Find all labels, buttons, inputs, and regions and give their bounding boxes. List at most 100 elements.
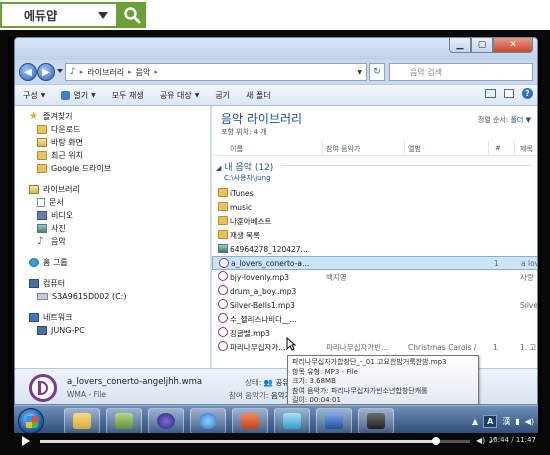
column-artist[interactable]: 참여 음악가 — [326, 144, 360, 154]
taskbar-app-button[interactable] — [274, 408, 310, 434]
file-title: a love — [521, 258, 537, 268]
seek-bar[interactable] — [40, 437, 470, 445]
organize-button[interactable]: 구성 ▼ — [15, 90, 53, 101]
seek-bar-handle[interactable] — [431, 437, 440, 445]
breadcrumb-libraries[interactable]: 라이브러리 — [87, 67, 124, 78]
new-folder-button[interactable]: 새 폴더 — [238, 90, 279, 101]
preview-pane-icon[interactable] — [504, 89, 514, 98]
file-row[interactable]: 나훈아베스트 — [212, 214, 537, 228]
column-headers: 이름 참여 음악가 앨범 # 제목 — [212, 141, 537, 156]
recent-pages-dropdown[interactable] — [57, 69, 63, 73]
file-row[interactable]: 파리나무십자가... 파리나무십자가빈... Christmas Carols / 1… — [212, 340, 537, 354]
window-controls: ▁ ▢ ✕ — [449, 38, 533, 53]
file-row[interactable]: 수_헬리스나비다__... — [212, 312, 537, 326]
file-row[interactable]: a_lovers_conerto-a... 1 a love — [212, 256, 537, 270]
arrange-by-value[interactable]: 폴더 — [510, 116, 523, 124]
group-header[interactable]: ◢ 내 음악 (12) — [216, 160, 273, 173]
file-name: iTunes — [230, 188, 254, 198]
nav-favorites[interactable]: ★ 즐겨찾기 — [15, 110, 210, 123]
refresh-button[interactable]: ↻ — [369, 63, 385, 81]
audio-file-icon — [218, 299, 228, 309]
taskbar-app-button[interactable] — [358, 408, 394, 434]
navigation-bar: ◀ ▶ ♪ ▸ 라이브러리 ▸ 음악 ▸ ▼ ↻ 음악 검색 — [15, 60, 537, 84]
ime-indicator[interactable]: A — [483, 414, 498, 428]
file-row[interactable]: 64964278_120427... — [212, 242, 537, 256]
open-button[interactable]: 열기 ▼ — [53, 90, 103, 101]
category-dropdown[interactable]: 에듀얍 — [0, 2, 118, 28]
nav-libraries[interactable]: 라이브러리 — [15, 183, 210, 196]
nav-network[interactable]: 네트워크 — [15, 311, 210, 324]
column-title[interactable]: 제목 — [520, 144, 533, 154]
network-status-icon[interactable]: ▮ — [515, 417, 519, 426]
nav-item-desktop[interactable]: 바탕 화면 — [15, 136, 210, 149]
nav-item-jung-pc[interactable]: JUNG-PC — [15, 324, 210, 337]
address-bar[interactable]: ♪ ▸ 라이브러리 ▸ 음악 ▸ ▼ — [65, 63, 367, 81]
taskbar-app-button[interactable] — [106, 408, 142, 434]
column-album[interactable]: 앨범 — [408, 144, 421, 154]
play-all-button[interactable]: 모두 재생 — [104, 90, 152, 101]
player-controls: ◀) ⤢ 10:44 / 11:47 — [8, 433, 542, 449]
window-titlebar[interactable]: ▁ ▢ ✕ — [15, 38, 537, 60]
library-locations-link[interactable]: 포함 위치: 4 개 — [221, 127, 267, 137]
file-row[interactable]: iTunes — [212, 186, 537, 200]
search-placeholder: 음악 검색 — [410, 67, 442, 77]
folder-icon — [218, 216, 228, 225]
nav-item-recent-places[interactable]: 최근 위치 — [15, 149, 210, 162]
file-name: bjy-lovenly.mp3 — [230, 272, 290, 282]
column-name[interactable]: 이름 — [230, 144, 243, 154]
forward-button[interactable]: ▶ — [37, 63, 55, 81]
file-row[interactable]: music — [212, 200, 537, 214]
nav-item-music[interactable]: ♪ 음악 — [15, 235, 210, 248]
close-button[interactable]: ✕ — [493, 38, 533, 53]
file-name: music — [230, 202, 253, 212]
ime-hanja-indicator[interactable]: 漢 — [502, 416, 510, 427]
taskbar-media-button[interactable] — [148, 408, 184, 434]
file-row[interactable]: Silver-Bells1.mp3 Silver — [212, 298, 537, 312]
music-icon: ♪ — [37, 235, 44, 247]
nav-item-documents[interactable]: 문서 — [15, 196, 210, 209]
search-button[interactable] — [118, 2, 146, 28]
nav-item-pictures[interactable]: 사진 — [15, 222, 210, 235]
file-row[interactable]: 재생 목록 — [212, 228, 537, 242]
taskbar-powerpoint-button[interactable] — [232, 408, 268, 434]
back-arrow-icon: ◀ — [24, 66, 32, 78]
volume-icon[interactable]: ◀) — [525, 417, 534, 426]
explorer-window: ▁ ▢ ✕ ◀ ▶ ♪ ▸ 라이브러리 ▸ 음악 ▸ ▼ ↻ 음악 검색 구성 ▼… — [14, 37, 538, 405]
tray-expand-icon[interactable]: ▲ — [472, 417, 478, 426]
nav-label: 네트워크 — [43, 313, 73, 322]
taskbar-explorer-button[interactable] — [64, 408, 100, 434]
column-number[interactable]: # — [495, 144, 501, 152]
nav-item-google-drive[interactable]: Google 드라이브 — [15, 162, 210, 175]
file-row[interactable]: bjy-lovenly.mp3 백지영 사랑 — [212, 270, 537, 284]
search-icon — [124, 7, 141, 24]
help-icon[interactable]: ? — [522, 88, 533, 99]
nav-label: 즐겨찾기 — [43, 112, 73, 121]
file-row[interactable]: 징글벨.mp3 — [212, 326, 537, 340]
nav-item-c-drive[interactable]: S3A9615D002 (C:) — [15, 290, 210, 303]
search-input[interactable]: 음악 검색 — [389, 63, 533, 81]
nav-computer[interactable]: 컴퓨터 — [15, 277, 210, 290]
chevron-down-icon — [98, 12, 108, 19]
file-name: 수_헬리스나비다__... — [230, 314, 297, 324]
address-dropdown-icon[interactable]: ▼ — [357, 69, 362, 76]
view-options-icon[interactable] — [485, 89, 496, 98]
nav-homegroup[interactable]: 홈 그룹 — [15, 256, 210, 269]
breadcrumb-music[interactable]: 음악 — [136, 67, 151, 78]
start-button[interactable] — [18, 408, 44, 434]
volume-icon[interactable]: ◀) — [476, 436, 485, 446]
back-button[interactable]: ◀ — [19, 63, 37, 81]
arrange-by[interactable]: 정렬 순서: 폴더 ▼ — [478, 115, 531, 125]
music-folder-icon: ♪ — [70, 67, 76, 77]
taskbar-word-button[interactable] — [316, 408, 352, 434]
taskbar-ie-button[interactable] — [190, 408, 226, 434]
minimize-button[interactable]: ▁ — [449, 38, 471, 53]
taskbar: ▲ A 漢 ▮ ◀) — [14, 405, 538, 435]
maximize-button[interactable]: ▢ — [471, 38, 493, 53]
share-with-button[interactable]: 공유 대상 ▼ — [152, 90, 208, 101]
file-row[interactable]: drum_a_boy..mp3 — [212, 284, 537, 298]
group-path-link[interactable]: C:\사용자\jung — [224, 173, 271, 183]
play-icon[interactable] — [22, 436, 30, 446]
nav-item-videos[interactable]: 비디오 — [15, 209, 210, 222]
nav-item-downloads[interactable]: 다운로드 — [15, 123, 210, 136]
burn-button[interactable]: 굽기 — [207, 90, 238, 101]
